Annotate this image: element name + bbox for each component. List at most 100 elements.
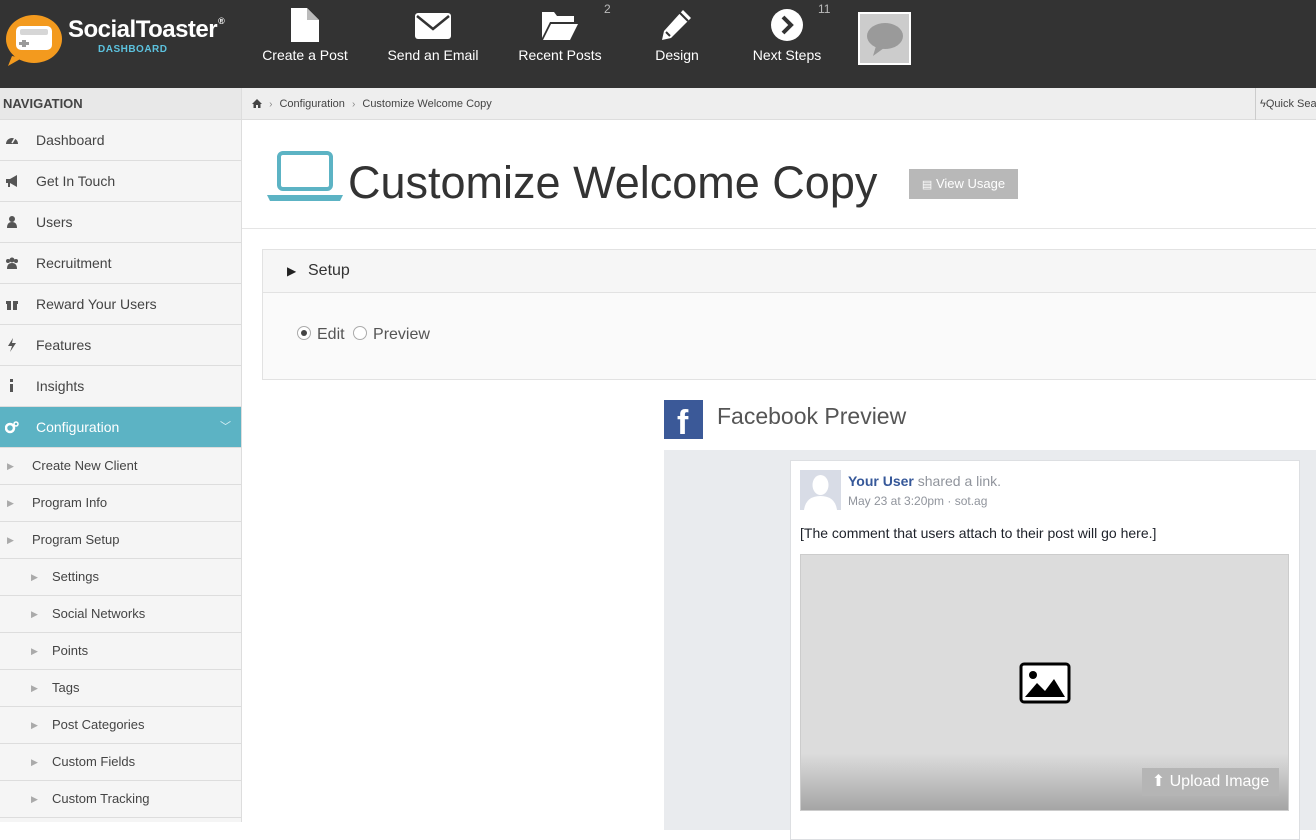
facebook-preview-heading: f Facebook Preview: [664, 400, 1316, 442]
sidebar-item-label: Get In Touch: [36, 173, 116, 189]
sidebar-item-label: Users: [36, 214, 73, 230]
user-avatar[interactable]: [858, 12, 911, 65]
bolt-icon: [8, 338, 16, 352]
page-title: Customize Welcome Copy: [348, 157, 878, 208]
view-usage-button[interactable]: ▤ View Usage: [909, 169, 1018, 199]
chevron-down-icon: ﹀: [220, 421, 231, 433]
breadcrumb-configuration[interactable]: Configuration: [279, 98, 344, 110]
facebook-post-image-placeholder: ⬆ Upload Image: [800, 554, 1289, 811]
caret-right-icon: ▶: [31, 720, 38, 730]
sidebar-item-get-in-touch[interactable]: Get In Touch: [0, 161, 241, 202]
send-email-button[interactable]: Send an Email: [383, 0, 483, 88]
sidebar-subitem-label: Program Info: [32, 495, 108, 510]
folder-open-icon: [542, 12, 578, 40]
mode-radio-group: Edit Preview: [297, 326, 434, 344]
socialtoaster-logo[interactable]: SocialToaster® DASHBOARD: [4, 12, 234, 68]
sidebar-item-label: Features: [36, 337, 92, 353]
facebook-post-action: shared a link.: [917, 473, 1002, 489]
sidebar-subitem-label: Post Categories: [52, 717, 145, 732]
sidebar-item-users[interactable]: Users: [0, 202, 241, 243]
file-icon: [291, 8, 319, 42]
caret-right-icon: ▶: [31, 757, 38, 767]
facebook-post-comment: [The comment that users attach to their …: [800, 525, 1157, 541]
facebook-preview-area: Your User shared a link. May 23 at 3:20p…: [664, 450, 1316, 840]
sidebar-item-reward-your-users[interactable]: Reward Your Users: [0, 284, 241, 325]
design-button[interactable]: Design: [637, 0, 717, 88]
caret-right-icon: ▶: [287, 264, 297, 278]
sidebar-item-label: Insights: [36, 378, 85, 394]
sidebar-subitem-settings[interactable]: ▶ Settings: [0, 559, 241, 596]
pencil-icon: [662, 10, 691, 40]
sidebar-item-features[interactable]: Features: [0, 325, 241, 366]
top-bar: SocialToaster® DASHBOARD Create a Post S…: [0, 0, 1316, 88]
sidebar-item-dashboard[interactable]: Dashboard: [0, 120, 241, 161]
preview-radio[interactable]: [353, 326, 368, 340]
sidebar-subitem-points[interactable]: ▶ Points: [0, 633, 241, 670]
edit-radio-label[interactable]: Edit: [317, 326, 345, 343]
caret-right-icon: ▶: [31, 683, 38, 693]
caret-right-icon: ▶: [31, 794, 38, 804]
bullhorn-icon: [6, 175, 17, 187]
sidebar-item-recruitment[interactable]: Recruitment: [0, 243, 241, 284]
user-icon: [7, 216, 17, 228]
page-header: Customize Welcome Copy ▤ View Usage: [242, 121, 1316, 229]
next-steps-button[interactable]: Next Steps 11: [746, 0, 831, 88]
cogs-icon: [5, 421, 19, 434]
sidebar-subitem-label: Create New Client: [32, 458, 138, 473]
users-icon: [6, 257, 18, 269]
setup-title: Setup: [308, 262, 350, 279]
navigation-title: NAVIGATION: [0, 88, 241, 120]
sidebar: NAVIGATION Dashboard Get In Touch Users …: [0, 88, 242, 822]
quick-search-button[interactable]: ϟQuick Sea: [1255, 88, 1316, 120]
breadcrumb: › Configuration › Customize Welcome Copy: [252, 88, 492, 121]
sidebar-item-label: Dashboard: [36, 132, 105, 148]
upload-image-label: Upload Image: [1169, 773, 1270, 790]
next-steps-badge: 11: [818, 2, 831, 16]
facebook-post-meta: May 23 at 3:20pm · sot.ag: [848, 494, 988, 508]
breadcrumb-current: Customize Welcome Copy: [362, 98, 492, 110]
sidebar-item-label: Reward Your Users: [36, 296, 157, 312]
envelope-icon: [415, 13, 451, 39]
create-post-button[interactable]: Create a Post: [255, 0, 355, 88]
sidebar-item-label: Configuration: [36, 419, 120, 435]
sidebar-subitem-label: Points: [52, 643, 89, 658]
setup-panel-header[interactable]: ▶ Setup: [263, 250, 1316, 293]
image-icon: [1019, 662, 1071, 704]
edit-radio[interactable]: [297, 326, 311, 340]
create-post-label: Create a Post: [262, 47, 348, 63]
laptop-icon: [267, 151, 343, 201]
caret-right-icon: ▶: [31, 609, 38, 619]
caret-right-icon: ▶: [31, 646, 38, 656]
speech-bubble-icon: [867, 23, 903, 56]
gift-icon: [6, 301, 18, 310]
sidebar-item-configuration[interactable]: Configuration ﹀: [0, 407, 241, 448]
sidebar-subitem-custom-tracking[interactable]: ▶ Custom Tracking: [0, 781, 241, 818]
sidebar-subitem-tags[interactable]: ▶ Tags: [0, 670, 241, 707]
sidebar-subitem-program-info[interactable]: ▶ Program Info: [0, 485, 241, 522]
sidebar-subitem-social-networks[interactable]: ▶ Social Networks: [0, 596, 241, 633]
upload-image-button[interactable]: ⬆ Upload Image: [1142, 768, 1279, 796]
sidebar-item-insights[interactable]: Insights: [0, 366, 241, 407]
preview-radio-label[interactable]: Preview: [373, 326, 430, 343]
sidebar-subitem-label: Settings: [52, 569, 99, 584]
facebook-user-name[interactable]: Your User: [848, 473, 914, 489]
sidebar-subitem-program-setup[interactable]: ▶ Program Setup: [0, 522, 241, 559]
facebook-preview-title: Facebook Preview: [717, 403, 907, 429]
upload-icon: ⬆: [1151, 773, 1166, 790]
facebook-icon: f: [664, 400, 703, 442]
caret-right-icon: ▶: [31, 572, 38, 582]
setup-panel: ▶ Setup Edit Preview: [262, 249, 1316, 380]
sidebar-subitem-label: Program Setup: [32, 532, 120, 547]
next-steps-label: Next Steps: [752, 47, 822, 63]
sidebar-subitem-custom-fields[interactable]: ▶ Custom Fields: [0, 744, 241, 781]
home-icon[interactable]: [252, 99, 262, 108]
sidebar-subitem-create-new-client[interactable]: ▶ Create New Client: [0, 448, 241, 485]
sidebar-subitem-post-categories[interactable]: ▶ Post Categories: [0, 707, 241, 744]
facebook-user-avatar: [800, 470, 841, 510]
brand-name: SocialToaster®: [68, 16, 225, 43]
caret-right-icon: ▶: [7, 535, 14, 545]
sidebar-subitem-label: Tags: [52, 680, 80, 695]
breadcrumb-separator-icon: ›: [269, 99, 273, 110]
breadcrumb-bar: › Configuration › Customize Welcome Copy…: [242, 88, 1316, 120]
recent-posts-button[interactable]: Recent Posts 2: [510, 0, 610, 88]
